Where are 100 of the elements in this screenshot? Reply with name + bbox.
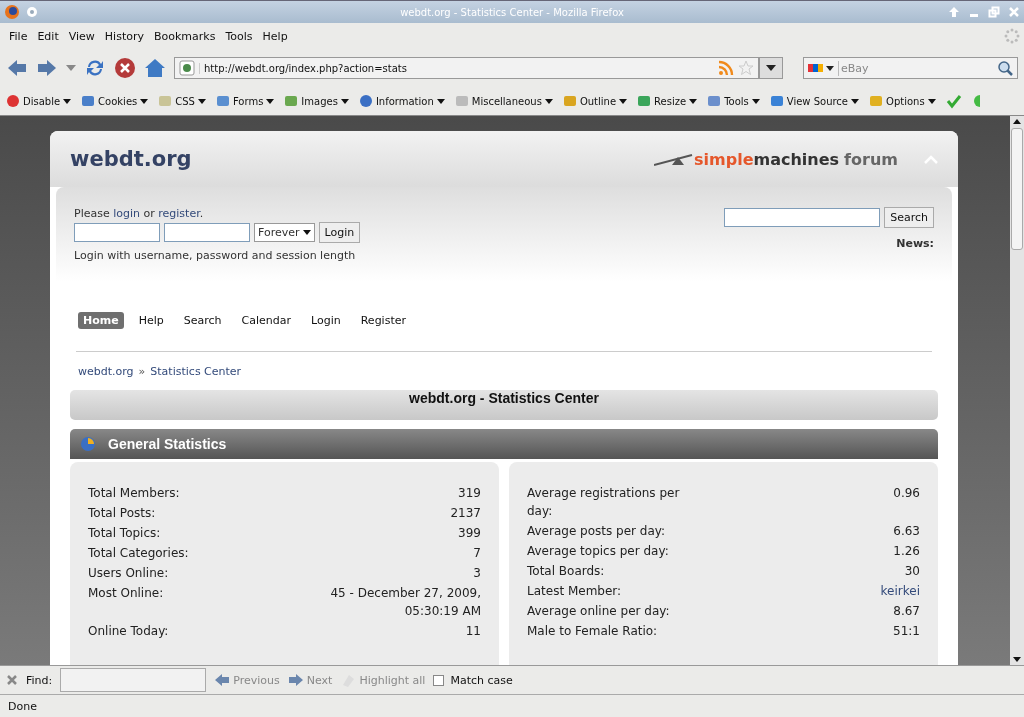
toolbar-menu-button[interactable]: View Source xyxy=(769,94,860,108)
scrollbar[interactable] xyxy=(1010,116,1024,665)
stat-label: Total Topics: xyxy=(88,525,161,542)
find-label: Find: xyxy=(26,673,53,687)
toolbar-menu-button[interactable]: Cookies xyxy=(81,94,149,108)
nav-link[interactable]: Search xyxy=(178,312,227,329)
nav-link[interactable]: Register xyxy=(355,312,411,329)
breadcrumb-separator: » xyxy=(138,365,146,378)
caret-icon xyxy=(851,98,860,104)
login-prompt: Please login or register. xyxy=(74,207,205,220)
stop-icon[interactable] xyxy=(114,57,136,79)
stat-label: Average posts per day: xyxy=(527,523,666,540)
stat-value: 8.67 xyxy=(893,603,920,620)
web-search-bar[interactable]: eBay xyxy=(803,57,1018,79)
login-button[interactable]: Login xyxy=(318,222,361,243)
forum-logo: simplemachines forum xyxy=(654,149,898,169)
login-hint: Login with username, password and session length xyxy=(74,249,357,262)
toolbar-status-icon[interactable] xyxy=(971,93,980,109)
stat-label: Online Today: xyxy=(88,623,169,640)
section-title: General Statistics xyxy=(108,436,227,452)
stat-value: 11 xyxy=(465,623,481,640)
caret-icon xyxy=(689,98,698,104)
toolbar-menu-button[interactable]: Tools xyxy=(707,94,760,108)
search-icon[interactable] xyxy=(997,60,1013,76)
toolbar-menu-button[interactable]: CSS xyxy=(158,94,206,108)
nav-link[interactable]: Home xyxy=(78,312,124,329)
home-icon[interactable] xyxy=(144,57,166,79)
find-field[interactable] xyxy=(60,668,207,692)
menu-item[interactable]: File xyxy=(4,29,33,43)
dropdown-caret-icon[interactable] xyxy=(66,65,76,71)
stat-value: 51:1 xyxy=(893,623,920,640)
menu-item[interactable]: Bookmarks xyxy=(149,29,221,43)
scroll-down-icon[interactable] xyxy=(1013,657,1021,662)
caret-icon xyxy=(302,230,311,235)
firefox-logo-icon xyxy=(4,4,20,20)
register-link[interactable]: register xyxy=(158,207,200,220)
toolbar-menu-button[interactable]: Resize xyxy=(637,94,698,108)
caret-icon xyxy=(266,98,275,104)
stat-value: 1.26 xyxy=(893,543,920,560)
nav-link[interactable]: Login xyxy=(306,312,346,329)
scroll-thumb[interactable] xyxy=(1011,128,1023,250)
address-field[interactable]: http://webdt.org/index.php?action=stats xyxy=(174,57,759,79)
search-field[interactable] xyxy=(724,208,881,227)
search-engine-logo-icon[interactable] xyxy=(808,63,834,73)
toolbar-menu-button[interactable]: Disable xyxy=(6,94,72,108)
toolbar-menu-button[interactable]: Options xyxy=(869,94,936,108)
maximize-icon[interactable] xyxy=(988,6,1000,18)
stat-value: 45 - December 27, 2009, 05:30:19 AM xyxy=(329,585,481,620)
star-icon[interactable] xyxy=(738,60,754,76)
checkmark-icon[interactable] xyxy=(945,93,962,109)
toolbar-menu-button[interactable]: Outline xyxy=(562,94,628,108)
password-field[interactable] xyxy=(164,223,250,242)
stat-label: Average online per day: xyxy=(527,603,670,620)
scroll-up-icon[interactable] xyxy=(1013,119,1021,124)
toolbar-menu-button[interactable]: Miscellaneous xyxy=(454,94,553,108)
close-icon[interactable] xyxy=(6,674,18,686)
menu-item[interactable]: View xyxy=(63,29,100,43)
caret-icon xyxy=(140,98,149,104)
stat-label: Most Online: xyxy=(88,585,164,602)
rss-feed-icon[interactable] xyxy=(718,60,734,76)
forward-arrow-icon[interactable] xyxy=(36,57,58,79)
nav-link[interactable]: Calendar xyxy=(236,312,297,329)
breadcrumb-link[interactable]: webdt.org xyxy=(78,365,134,378)
page-title-bar: webdt.org - Statistics Center xyxy=(70,390,938,420)
menu-item[interactable]: Edit xyxy=(32,29,64,43)
match-case-checkbox[interactable]: Match case xyxy=(433,673,513,687)
member-link[interactable]: keirkei xyxy=(880,582,920,600)
caret-icon xyxy=(544,98,553,104)
stat-label: Users Online: xyxy=(88,565,169,582)
login-link[interactable]: login xyxy=(113,207,140,220)
caret-icon xyxy=(619,98,628,104)
stat-label: Average topics per day: xyxy=(527,543,669,560)
stat-value: 2137 xyxy=(450,505,481,522)
stat-value: 399 xyxy=(458,525,481,542)
stat-label: Total Members: xyxy=(88,485,180,502)
toolbar-menu-button[interactable]: Images xyxy=(284,94,349,108)
stat-label: Latest Member: xyxy=(527,583,622,600)
stat-value: 6.63 xyxy=(893,523,920,540)
back-arrow-icon[interactable] xyxy=(6,57,28,79)
toolbar-menu-button[interactable]: Forms xyxy=(215,94,275,108)
session-length-dropdown[interactable]: Forever xyxy=(254,223,315,242)
username-field[interactable] xyxy=(74,223,160,242)
search-button[interactable]: Search xyxy=(884,207,934,228)
history-dropdown-button[interactable] xyxy=(759,57,783,79)
caret-icon xyxy=(197,98,206,104)
toolbar-menu-button[interactable]: Information xyxy=(358,94,445,108)
menu-item[interactable]: History xyxy=(99,29,149,43)
breadcrumb-link[interactable]: Statistics Center xyxy=(150,365,242,378)
menu-item[interactable]: Tools xyxy=(220,29,258,43)
site-title[interactable]: webdt.org xyxy=(70,147,192,171)
nav-link[interactable]: Help xyxy=(133,312,169,329)
stat-value: 0.96 xyxy=(893,485,920,502)
up-arrow-icon[interactable] xyxy=(948,6,960,18)
menu-item[interactable]: Help xyxy=(257,29,293,43)
caret-icon xyxy=(340,98,349,104)
right-arrow-icon xyxy=(287,674,304,686)
circle-icon[interactable] xyxy=(26,6,38,18)
stat-value: 3 xyxy=(473,565,481,582)
web-search-field[interactable]: eBay xyxy=(838,60,993,76)
caret-icon xyxy=(927,98,936,104)
